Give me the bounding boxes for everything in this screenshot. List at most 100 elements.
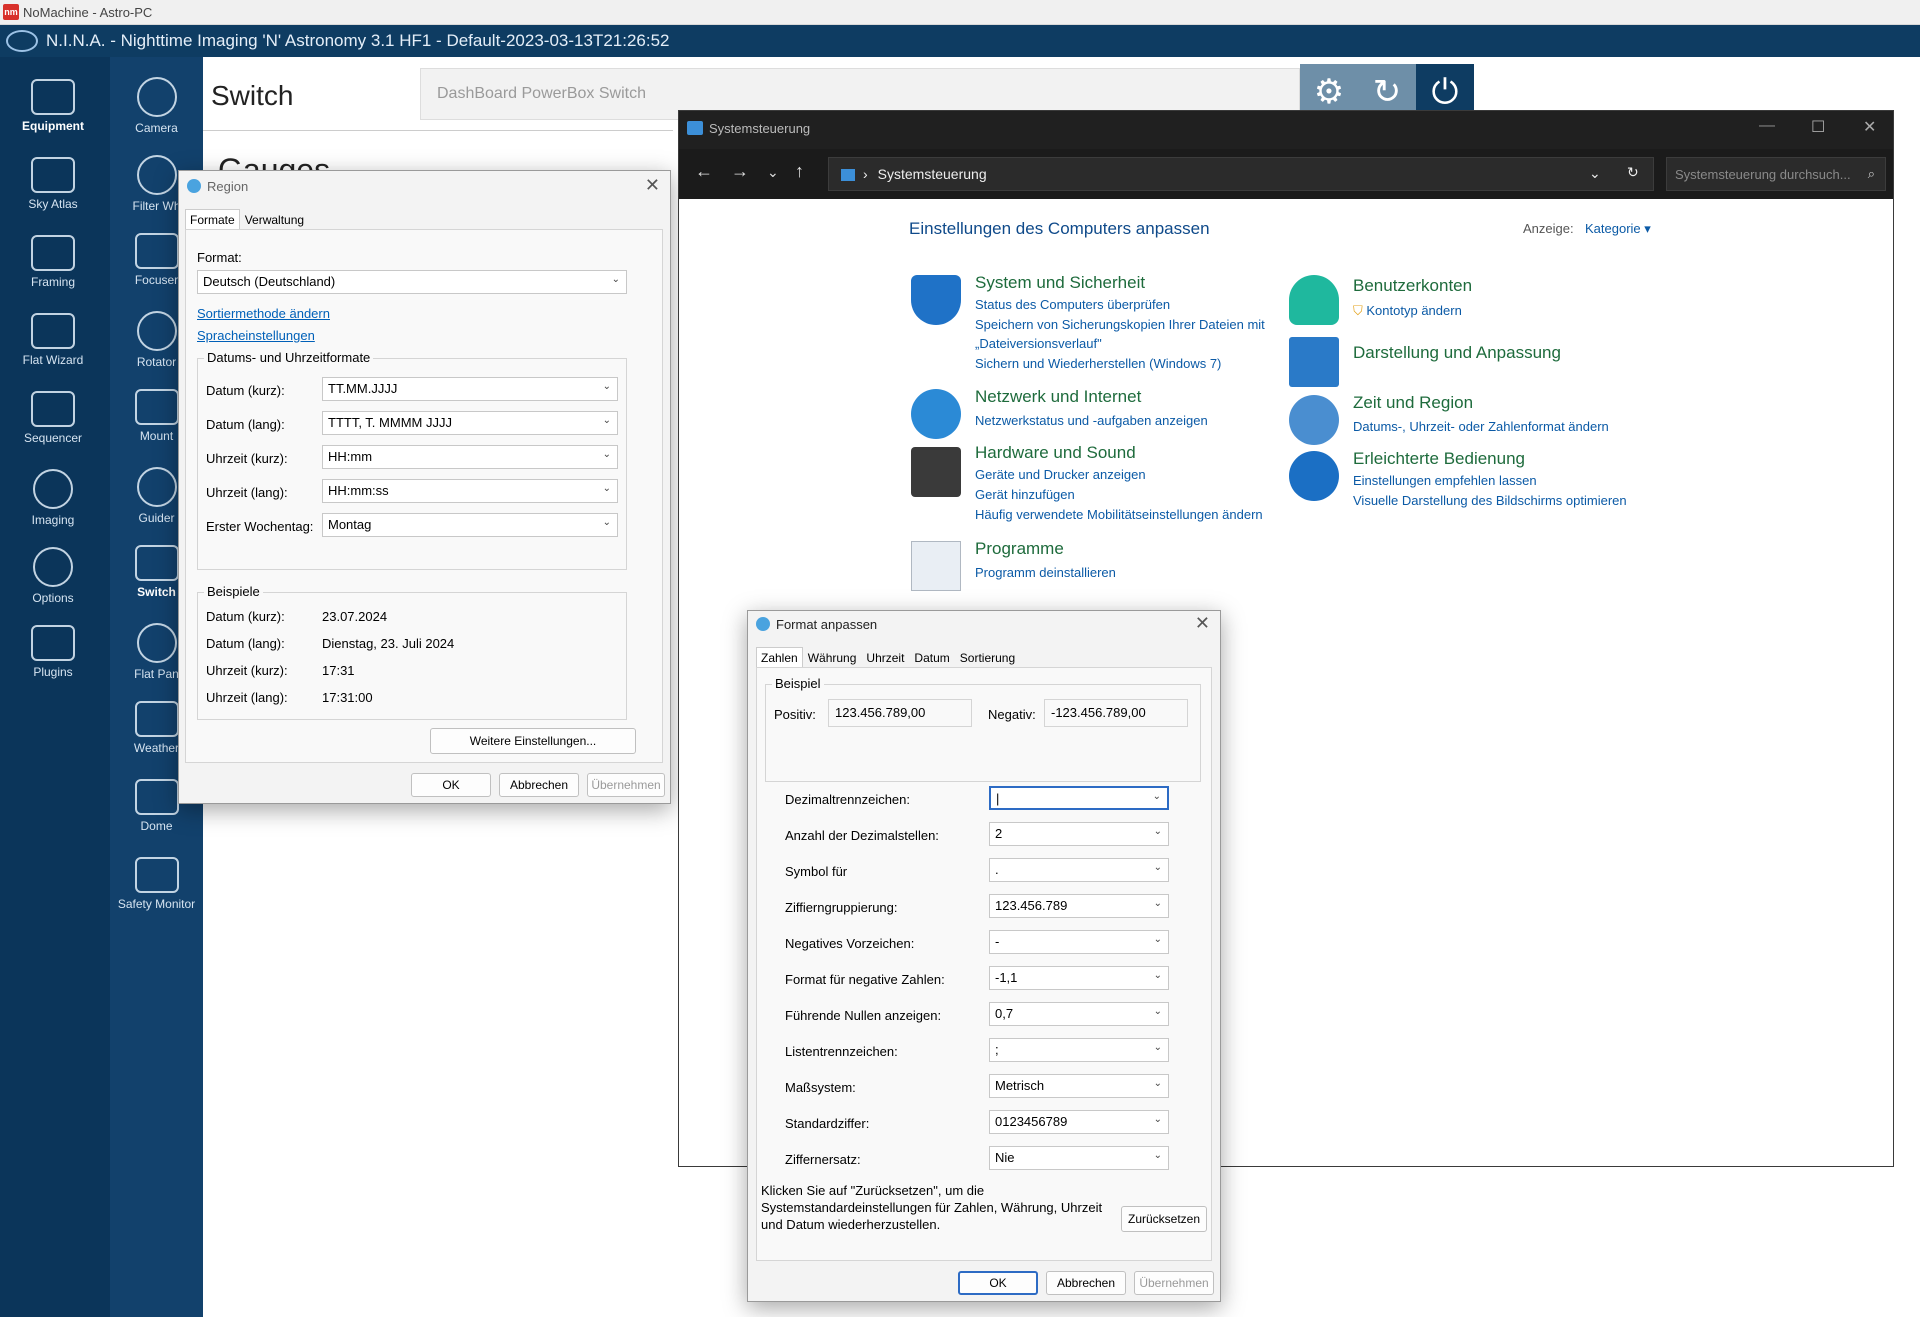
- link-devices-printers[interactable]: Geräte und Drucker anzeigen: [975, 467, 1146, 482]
- link-uninstall-program[interactable]: Programm deinstallieren: [975, 565, 1116, 580]
- nomachine-title: NoMachine - Astro-PC: [23, 5, 153, 20]
- nav-equipment[interactable]: Equipment: [13, 79, 93, 133]
- link-backup-restore[interactable]: Sichern und Wiederherstellen (Windows 7): [975, 356, 1221, 371]
- chevron-down-icon: ⌄: [602, 449, 611, 460]
- nav-imaging[interactable]: Imaging: [13, 469, 93, 527]
- maximize-icon[interactable]: ☐: [1811, 117, 1825, 137]
- date-short-value: TT.MM.JJJJ: [328, 381, 398, 396]
- grouping-symbol-select[interactable]: . ⌄: [989, 858, 1169, 882]
- grouping-symbol-value: .: [995, 862, 999, 877]
- link-check-status[interactable]: Status des Computers überprüfen: [975, 297, 1170, 312]
- nav-sky-atlas[interactable]: Sky Atlas: [13, 157, 93, 211]
- digit-substitution-select[interactable]: Nie ⌄: [989, 1146, 1169, 1170]
- caret-down-icon: ▾: [1644, 221, 1651, 236]
- nav-flat-wizard[interactable]: Flat Wizard: [13, 313, 93, 367]
- tab-uhrzeit[interactable]: Uhrzeit: [861, 647, 909, 668]
- address-bar[interactable]: › Systemsteuerung ⌄ ↻: [828, 157, 1654, 191]
- link-optimize-display[interactable]: Visuelle Darstellung des Bildschirms opt…: [1353, 493, 1627, 508]
- apply-button[interactable]: Übernehmen: [1134, 1271, 1214, 1295]
- category-ease-of-access[interactable]: Erleichterte Bedienung: [1353, 449, 1525, 469]
- refresh-icon[interactable]: ↻: [1627, 164, 1639, 181]
- nomachine-titlebar: nm NoMachine - Astro-PC: [0, 0, 1920, 25]
- nav-camera[interactable]: Camera: [110, 77, 203, 135]
- link-recommend-settings[interactable]: Einstellungen empfehlen lassen: [1353, 473, 1537, 488]
- tab-waehrung[interactable]: Währung: [803, 647, 862, 668]
- date-short-select[interactable]: TT.MM.JJJJ ⌄: [322, 377, 618, 401]
- chevron-down-icon: ⌄: [602, 517, 611, 528]
- decimal-separator-select[interactable]: | ⌄: [989, 786, 1169, 810]
- category-user-accounts[interactable]: Benutzerkonten: [1353, 276, 1472, 296]
- minimize-icon[interactable]: —: [1759, 117, 1775, 135]
- digit-grouping-select[interactable]: 123.456.789 ⌄: [989, 894, 1169, 918]
- link-change-date-format[interactable]: Datums-, Uhrzeit- oder Zahlenformat ände…: [1353, 419, 1609, 434]
- negative-sign-label: Negatives Vorzeichen:: [785, 936, 915, 951]
- nina-title: N.I.N.A. - Nighttime Imaging 'N' Astrono…: [46, 31, 670, 50]
- view-select[interactable]: Kategorie ▾: [1585, 221, 1651, 237]
- region-title: Region: [207, 179, 249, 194]
- ok-button[interactable]: OK: [958, 1271, 1038, 1295]
- standard-digits-select[interactable]: 0123456789 ⌄: [989, 1110, 1169, 1134]
- measurement-system-select[interactable]: Metrisch ⌄: [989, 1074, 1169, 1098]
- reset-button[interactable]: Zurücksetzen: [1121, 1206, 1207, 1232]
- nav-sequencer[interactable]: Sequencer: [13, 391, 93, 445]
- nav-options[interactable]: Options: [13, 547, 93, 605]
- decimal-places-select[interactable]: 2 ⌄: [989, 822, 1169, 846]
- category-hardware-sound[interactable]: Hardware und Sound: [975, 443, 1136, 463]
- example-time-short-value: 17:31: [322, 663, 355, 678]
- forward-arrow-icon[interactable]: →: [731, 161, 749, 182]
- date-time-formats-group: Datums- und Uhrzeitformate Datum (kurz):…: [197, 350, 627, 570]
- chevron-down-icon: ⌄: [1153, 1006, 1162, 1017]
- ok-button[interactable]: OK: [411, 773, 491, 797]
- cancel-button[interactable]: Abbrechen: [1046, 1271, 1126, 1295]
- chevron-down-icon[interactable]: ⌄: [1589, 165, 1601, 182]
- nav-plugins[interactable]: Plugins: [13, 625, 93, 679]
- control-panel-icon: [687, 121, 703, 135]
- list-separator-select[interactable]: ; ⌄: [989, 1038, 1169, 1062]
- first-weekday-select[interactable]: Montag ⌄: [322, 513, 618, 537]
- tab-verwaltung[interactable]: Verwaltung: [240, 209, 309, 230]
- time-short-select[interactable]: HH:mm ⌄: [322, 445, 618, 469]
- leading-zeros-select[interactable]: 0,7 ⌄: [989, 1002, 1169, 1026]
- puzzle-icon: [31, 625, 75, 661]
- link-change-account-type[interactable]: ⛉ Kontotyp ändern: [1353, 303, 1462, 319]
- search-input[interactable]: Systemsteuerung durchsuch... ⌕: [1666, 157, 1886, 191]
- tab-formate[interactable]: Formate: [185, 209, 240, 230]
- category-time-region[interactable]: Zeit und Region: [1353, 393, 1473, 413]
- time-long-select[interactable]: HH:mm:ss ⌄: [322, 479, 618, 503]
- close-icon[interactable]: ✕: [1195, 613, 1210, 634]
- language-settings-link[interactable]: Spracheinstellungen: [197, 328, 315, 343]
- category-system-security[interactable]: System und Sicherheit: [975, 273, 1145, 293]
- nav-safety-monitor[interactable]: Safety Monitor: [110, 857, 203, 911]
- link-file-history-cont[interactable]: „Dateiversionsverlauf": [975, 336, 1102, 351]
- close-icon[interactable]: ✕: [645, 175, 660, 196]
- close-icon[interactable]: ✕: [1863, 117, 1876, 137]
- more-settings-button[interactable]: Weitere Einstellungen...: [430, 728, 636, 754]
- up-arrow-icon[interactable]: ↑: [795, 161, 804, 182]
- filter-wheel-icon: [136, 155, 177, 195]
- tab-sortierung[interactable]: Sortierung: [955, 647, 1020, 668]
- category-network[interactable]: Netzwerk und Internet: [975, 387, 1141, 407]
- negative-format-select[interactable]: -1,1 ⌄: [989, 966, 1169, 990]
- format-select[interactable]: Deutsch (Deutschland) ⌄: [197, 270, 627, 294]
- user-accounts-icon: [1289, 275, 1339, 325]
- sort-method-link[interactable]: Sortiermethode ändern: [197, 306, 330, 321]
- date-long-select[interactable]: TTTT, T. MMMM JJJJ ⌄: [322, 411, 618, 435]
- link-mobility-settings[interactable]: Häufig verwendete Mobilitätseinstellunge…: [975, 507, 1263, 522]
- link-add-device[interactable]: Gerät hinzufügen: [975, 487, 1075, 502]
- imaging-icon: [33, 469, 73, 509]
- back-arrow-icon[interactable]: ←: [695, 161, 713, 182]
- chevron-down-icon[interactable]: ⌄: [767, 164, 779, 181]
- negative-sign-select[interactable]: - ⌄: [989, 930, 1169, 954]
- tab-zahlen[interactable]: Zahlen: [756, 647, 803, 668]
- apply-button[interactable]: Übernehmen: [587, 773, 665, 797]
- shield-icon: [911, 275, 961, 325]
- cancel-button[interactable]: Abbrechen: [499, 773, 579, 797]
- negative-label: Negativ:: [988, 707, 1036, 722]
- link-network-status[interactable]: Netzwerkstatus und -aufgaben anzeigen: [975, 413, 1208, 428]
- nav-framing[interactable]: Framing: [13, 235, 93, 289]
- category-appearance[interactable]: Darstellung und Anpassung: [1353, 343, 1561, 363]
- example-group: Beispiel Positiv: 123.456.789,00 Negativ…: [765, 676, 1201, 782]
- tab-datum[interactable]: Datum: [909, 647, 954, 668]
- link-file-history[interactable]: Speichern von Sicherungskopien Ihrer Dat…: [975, 317, 1265, 332]
- category-programs[interactable]: Programme: [975, 539, 1064, 559]
